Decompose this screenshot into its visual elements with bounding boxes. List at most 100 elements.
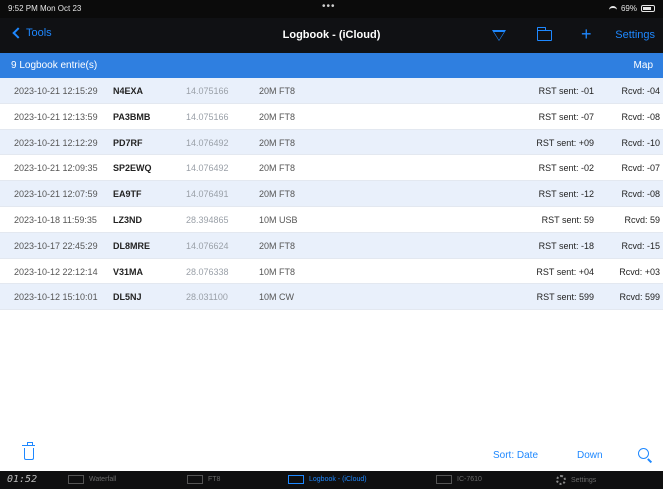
folder-icon[interactable] xyxy=(536,27,552,41)
entry-mode: 10M FT8 xyxy=(259,266,296,277)
entry-rst-sent: RST sent: -07 xyxy=(538,111,594,122)
entry-date: 2023-10-21 12:09:35 xyxy=(14,163,98,174)
tab-label: FT8 xyxy=(208,476,221,483)
entry-frequency: 14.075166 xyxy=(186,111,229,122)
entry-date: 2023-10-21 12:13:59 xyxy=(14,111,98,122)
status-time: 9:52 PM Mon Oct 23 xyxy=(8,4,82,13)
entry-date: 2023-10-21 12:07:59 xyxy=(14,189,98,200)
entry-mode: 20M FT8 xyxy=(259,111,296,122)
entry-rst-rcvd: Rcvd: 59 xyxy=(624,214,660,225)
settings-button[interactable]: Settings xyxy=(615,29,655,41)
logbook-header: 9 Logbook entrie(s) Map xyxy=(0,53,663,78)
logbook-icon xyxy=(288,475,304,484)
entry-callsign: V31MA xyxy=(113,266,144,277)
status-bar: 9:52 PM Mon Oct 23 ••• 69% xyxy=(0,0,663,18)
battery-indicator: 69% xyxy=(608,4,655,13)
entry-rst-rcvd: Rcvd: 599 xyxy=(619,292,660,303)
sort-button[interactable]: Sort: Date xyxy=(493,450,538,461)
entry-mode: 10M CW xyxy=(259,292,295,303)
entry-rst-rcvd: Rcvd: +03 xyxy=(619,266,660,277)
entry-date: 2023-10-18 11:59:35 xyxy=(14,214,97,225)
entry-date: 2023-10-17 22:45:29 xyxy=(14,240,98,251)
table-row[interactable]: 2023-10-18 11:59:35 LZ3ND 28.394865 10M USB… xyxy=(0,207,663,233)
table-row[interactable]: 2023-10-17 22:45:29 DL8MRE 14.076624 20M FT… xyxy=(0,232,663,259)
entry-date: 2023-10-21 12:12:29 xyxy=(14,137,98,148)
entry-callsign: PD7RF xyxy=(113,137,143,148)
entry-rst-sent: RST sent: +09 xyxy=(536,137,594,148)
add-entry-button[interactable]: + xyxy=(581,24,592,45)
entry-callsign: DL8MRE xyxy=(113,240,151,251)
ft8-icon xyxy=(187,475,203,484)
clock-readout: 01:52 xyxy=(7,474,38,485)
entry-rst-sent: RST sent: -18 xyxy=(538,240,594,251)
entry-callsign: SP2EWQ xyxy=(113,163,152,174)
table-row[interactable]: 2023-10-12 15:10:01 DL5NJ 28.031100 10M CW R… xyxy=(0,284,663,311)
entry-mode: 20M FT8 xyxy=(259,137,296,148)
page-title: Logbook - (iCloud) xyxy=(282,29,381,41)
tab-settings[interactable]: Settings xyxy=(556,475,596,485)
entry-mode: 20M FT8 xyxy=(259,163,296,174)
entry-date: 2023-10-12 15:10:01 xyxy=(14,292,98,303)
gear-icon xyxy=(556,475,566,485)
entry-callsign: DL5NJ xyxy=(113,292,142,303)
entry-rst-rcvd: Rcvd: -10 xyxy=(621,137,660,148)
entry-mode: 20M FT8 xyxy=(259,240,296,251)
entry-frequency: 14.076492 xyxy=(186,137,229,148)
entry-count: 9 Logbook entrie(s) xyxy=(11,60,98,71)
entry-frequency: 28.076338 xyxy=(186,266,229,277)
filter-icon[interactable] xyxy=(492,30,506,41)
trash-icon[interactable] xyxy=(22,442,35,460)
entry-callsign: N4EXA xyxy=(113,86,144,96)
table-row[interactable]: 2023-10-12 22:12:14 V31MA 28.076338 10M FT8… xyxy=(0,259,663,285)
entry-rst-sent: RST sent: -02 xyxy=(538,163,594,174)
entry-date: 2023-10-12 22:12:14 xyxy=(14,266,98,277)
table-row[interactable]: 2023-10-21 12:07:59 EA9TF 14.076491 20M FT8… xyxy=(0,181,663,207)
logbook-list: 2023-10-21 12:15:29 N4EXA 14.075166 20M FT8… xyxy=(0,78,663,311)
entry-callsign: LZ3ND xyxy=(113,214,142,225)
entry-frequency: 14.076492 xyxy=(186,163,229,174)
tab-label: IC-7610 xyxy=(457,476,482,483)
entry-mode: 20M FT8 xyxy=(259,86,296,96)
tab-label: Waterfall xyxy=(89,476,117,483)
entry-mode: 20M FT8 xyxy=(259,189,296,200)
table-row[interactable]: 2023-10-21 12:13:59 PA3BMB 14.075166 20M FT… xyxy=(0,104,663,130)
entry-rst-sent: RST sent: -12 xyxy=(538,189,594,200)
map-button[interactable]: Map xyxy=(634,60,653,71)
bottom-toolbar: Sort: Date Down xyxy=(0,440,663,471)
tab-waterfall[interactable]: Waterfall xyxy=(68,475,116,484)
entry-date: 2023-10-21 12:15:29 xyxy=(14,86,98,96)
sort-direction-button[interactable]: Down xyxy=(577,450,603,461)
tab-label: Settings xyxy=(571,476,597,484)
waterfall-icon xyxy=(68,475,84,484)
entry-frequency: 28.394865 xyxy=(186,214,229,225)
radio-icon xyxy=(436,475,452,484)
entry-rst-rcvd: Rcvd: -04 xyxy=(621,86,660,96)
tab-ic7610[interactable]: IC-7610 xyxy=(436,475,482,484)
entry-rst-rcvd: Rcvd: -08 xyxy=(621,189,660,200)
tab-bar: 01:52 Waterfall FT8 Logbook - (iCloud) I… xyxy=(0,471,663,489)
multitask-dots[interactable]: ••• xyxy=(322,1,336,12)
entry-rst-sent: RST sent: +04 xyxy=(536,266,594,277)
battery-percent: 69% xyxy=(620,4,637,13)
table-row[interactable]: 2023-10-21 12:09:35 SP2EWQ 14.076492 20M FT… xyxy=(0,155,663,182)
wifi-icon xyxy=(608,5,617,12)
entry-rst-rcvd: Rcvd: -15 xyxy=(621,240,660,251)
entry-rst-sent: RST sent: 599 xyxy=(536,292,594,303)
entry-rst-rcvd: Rcvd: -08 xyxy=(621,111,660,122)
entry-mode: 10M USB xyxy=(259,214,298,225)
entry-frequency: 28.031100 xyxy=(186,292,228,303)
entry-callsign: EA9TF xyxy=(113,189,142,200)
battery-icon xyxy=(641,5,655,12)
entry-frequency: 14.075166 xyxy=(186,86,229,96)
table-row[interactable]: 2023-10-21 12:15:29 N4EXA 14.075166 20M FT8… xyxy=(0,78,663,104)
entry-rst-sent: RST sent: 59 xyxy=(541,214,594,225)
entry-rst-sent: RST sent: -01 xyxy=(538,86,594,96)
entry-callsign: PA3BMB xyxy=(113,111,151,122)
entry-frequency: 14.076491 xyxy=(186,189,229,200)
entry-frequency: 14.076624 xyxy=(186,240,229,251)
navigation-bar: Tools Logbook - (iCloud) + Settings xyxy=(0,18,663,53)
search-icon[interactable] xyxy=(638,448,649,459)
tab-ft8[interactable]: FT8 xyxy=(187,475,220,484)
table-row[interactable]: 2023-10-21 12:12:29 PD7RF 14.076492 20M FT8… xyxy=(0,129,663,156)
tab-logbook[interactable]: Logbook - (iCloud) xyxy=(288,475,367,484)
